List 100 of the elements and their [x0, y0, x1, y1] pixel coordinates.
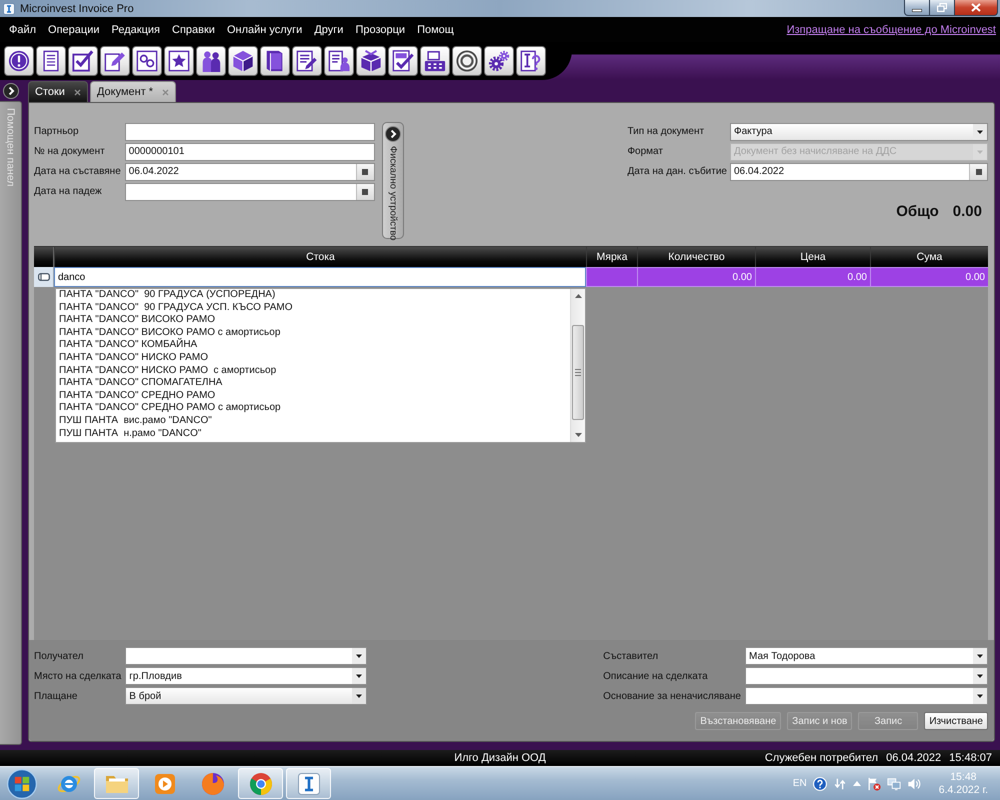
toolbar-button[interactable] [164, 46, 194, 76]
box-icon [360, 50, 382, 72]
toolbar-button[interactable] [4, 46, 34, 76]
close-icon [971, 3, 981, 12]
toolbar-button[interactable] [452, 46, 482, 76]
column-header: Мярка [586, 247, 637, 267]
down-arrow-icon[interactable] [574, 433, 582, 437]
suggestion-item[interactable]: ПУШ ПАНТА вис.рамо "DANCO" [56, 414, 570, 428]
dropdown[interactable]: В брой [125, 687, 368, 705]
start-icon [7, 768, 37, 798]
suggestion-item[interactable]: ПАНТА "DANCO" КОМБАЙНА [56, 339, 570, 352]
menu-item[interactable]: Редакция [106, 24, 166, 36]
scrollbar-thumb[interactable] [572, 325, 584, 420]
dropdown[interactable]: гр.Пловдив [125, 667, 368, 685]
fiscal-device-button[interactable]: Фискално устройство [382, 122, 404, 239]
play-icon [152, 772, 176, 796]
toolbar-button[interactable] [420, 46, 450, 76]
dropdown[interactable] [125, 647, 368, 665]
suggestion-item[interactable]: ПАНТА "DANCO" СПОМАГАТЕЛНА [56, 377, 570, 390]
status-time: 15:48:07 [949, 752, 992, 764]
menu-item[interactable]: Операции [42, 24, 106, 36]
dropdown[interactable]: Мая Тодорова [745, 647, 988, 665]
browser-icon [200, 772, 224, 796]
suggestion-item[interactable]: ПУШ ПАНТА н.рамо "DANCO" [56, 428, 570, 440]
suggestion-item[interactable]: ПАНТА "DANCO" 90 ГРАДУСА (УСПОРЕДНА) [56, 289, 570, 302]
document-check-icon [392, 50, 414, 72]
toolbar-button[interactable] [196, 46, 226, 76]
total-value: 0.00 [952, 203, 982, 220]
suggestion-item[interactable]: ПАНТА "DANCO" ВИСОКО РАМО [56, 314, 570, 327]
field-label: Дата на дан. събитие [627, 166, 727, 177]
up-arrow-icon[interactable] [574, 294, 582, 298]
app-icon [296, 772, 320, 796]
restore-button[interactable] [930, 0, 955, 16]
close-icon [74, 88, 81, 96]
toolbar-button[interactable] [516, 46, 546, 76]
taskbar-button[interactable] [238, 768, 283, 799]
close-button[interactable] [955, 0, 998, 16]
message-link[interactable]: Изпращане на съобщение до Microinvest [786, 24, 996, 36]
table-row[interactable]: danco 0.00 0.00 0.00 [34, 267, 988, 287]
company-name: Илго Дизайн ООД [454, 752, 546, 764]
dropdown[interactable]: Фактура [730, 122, 988, 140]
toolbar-button[interactable] [292, 46, 322, 76]
calendar-button[interactable] [356, 184, 374, 200]
cube-icon [232, 50, 254, 72]
suggestion-item[interactable]: ПАНТА "DANCO" 90 ГРАДУСА УСП. КЪСО РАМО [56, 302, 570, 314]
dropdown[interactable] [745, 667, 988, 685]
suggestion-item[interactable]: ПАНТА "DANCO" НИСКО РАМО с амортисьор [56, 364, 570, 378]
taskbar-button[interactable] [286, 768, 331, 799]
field-label: Получател [34, 650, 84, 662]
menu-item[interactable]: Други [308, 24, 350, 36]
toolbar-button[interactable] [324, 46, 354, 76]
square-icon [362, 168, 368, 174]
checkbox-icon [72, 50, 94, 72]
toolbar-button[interactable] [228, 46, 258, 76]
edit-icon [104, 50, 126, 72]
text-field[interactable] [124, 122, 375, 140]
date-field[interactable]: 06.04.2022 [124, 162, 375, 180]
toolbar-button[interactable] [484, 46, 514, 76]
tab[interactable]: Стоки [28, 81, 88, 102]
menu-item[interactable]: Прозорци [349, 24, 412, 36]
start-button[interactable] [4, 767, 40, 800]
date-field[interactable] [124, 182, 375, 200]
toolbar-button[interactable] [36, 46, 66, 76]
help-panel-button[interactable] [3, 83, 19, 99]
date-field[interactable]: 06.04.2022 [730, 162, 988, 180]
menu-item[interactable]: Помощ [411, 24, 460, 36]
menu-item[interactable]: Файл [3, 24, 42, 36]
suggestion-item[interactable]: ПАНТА "DANCO" СРЕДНО РАМО [56, 390, 570, 402]
toolbar-button[interactable] [388, 46, 418, 76]
tab[interactable]: Документ * [90, 81, 176, 102]
chevron-icon [3, 83, 19, 99]
minimize-button[interactable] [904, 0, 930, 16]
field-label: Дата на падеж [34, 186, 103, 197]
toolbar-button[interactable] [100, 46, 130, 76]
row-header[interactable] [34, 267, 54, 287]
caret-icon [973, 648, 987, 664]
toolbar-button[interactable] [356, 46, 386, 76]
suggestion-item[interactable]: ПАНТА "DANCO" НИСКО РАМО [56, 352, 570, 365]
clear-button[interactable]: Изчистване [924, 712, 988, 730]
cell-input[interactable]: danco [54, 267, 586, 287]
money-icon [136, 50, 158, 72]
caret-icon [973, 668, 987, 684]
toolbar-button[interactable] [68, 46, 98, 76]
help-icon[interactable] [812, 776, 827, 790]
calendar-button[interactable] [356, 164, 374, 180]
field-label: Дата на съставяне [34, 166, 121, 177]
table-cell: 0.00 [637, 267, 755, 287]
calendar-button[interactable] [969, 164, 987, 180]
dropdown[interactable] [745, 687, 988, 705]
suggestion-item[interactable]: ПАНТА "DANCO" ВИСОКО РАМО с амортисьор [56, 326, 570, 340]
toolbar-button[interactable] [132, 46, 162, 76]
flag-icon[interactable] [866, 776, 881, 790]
column-header: Количество [637, 247, 755, 267]
suggestion-item[interactable]: ПАНТА "DANCO" СРЕДНО РАМО с амортисьор [56, 402, 570, 415]
field-label: Плащане [34, 690, 78, 702]
menu-item[interactable]: Онлайн услуги [220, 24, 308, 36]
field-label: Основание за неначисляване [603, 690, 741, 702]
text-field[interactable]: 0000000101 [124, 142, 375, 160]
menu-item[interactable]: Справки [166, 24, 221, 36]
toolbar-button[interactable] [260, 46, 290, 76]
